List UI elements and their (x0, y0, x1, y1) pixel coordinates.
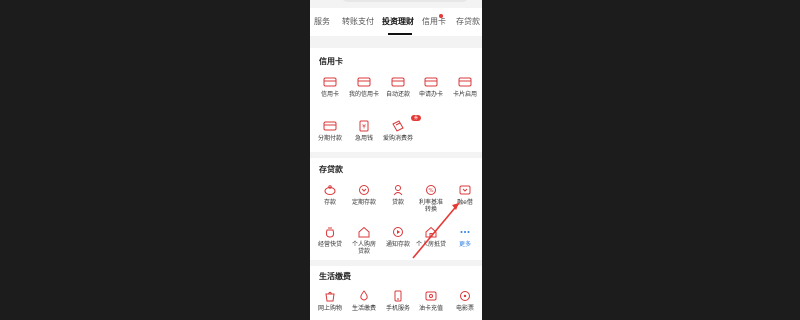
shopping-bag-icon (323, 290, 337, 302)
item-label: 存款 (323, 199, 336, 206)
life-payment-section: 生活缴费 网上购物 生活缴费 手机服务 油卡充值 电影票 (310, 266, 482, 320)
piggy-bank-icon (323, 184, 337, 196)
item-label: 利率基准 转换 (418, 199, 443, 213)
item-label: 生活缴费 (351, 305, 376, 312)
section-title-life: 生活缴费 (319, 272, 351, 281)
tab-investment[interactable]: 投资理财 (382, 16, 414, 27)
search-bar[interactable] (342, 0, 468, 2)
item-label: 经营快贷 (317, 241, 342, 248)
item-notice-deposit[interactable]: 通知存款 (381, 226, 415, 248)
item-utility-payment[interactable]: 生活缴费 (347, 290, 381, 312)
more-icon (458, 226, 472, 238)
card-icon (323, 120, 337, 132)
item-label: 油卡充值 (418, 305, 443, 312)
item-online-shopping[interactable]: 网上购物 (313, 290, 347, 312)
item-label: 卡片启用 (452, 91, 477, 98)
item-label: 融e借 (457, 199, 473, 206)
item-fixed-deposit[interactable]: 定期存款 (347, 184, 381, 206)
item-home-mortgage[interactable]: 个人房抵贷 (414, 226, 448, 248)
card-icon (323, 76, 337, 88)
tab-services[interactable]: 服务 (314, 16, 330, 27)
item-label: 网上购物 (317, 305, 342, 312)
phone-screen: 服务 转账支付 投资理财 信用卡 存贷款 信用卡 信用卡 我的信用卡 自动还款 … (310, 0, 482, 320)
item-label: 电影票 (455, 305, 474, 312)
item-deposit[interactable]: 存款 (313, 184, 347, 206)
item-loan[interactable]: 贷款 (381, 184, 415, 206)
item-rate-conversion[interactable]: % 利率基准 转换 (414, 184, 448, 213)
item-label: 爱购消费券 (382, 135, 413, 142)
item-label: 贷款 (391, 199, 404, 206)
item-mobile-service[interactable]: 手机服务 (381, 290, 415, 312)
section-title-deposit: 存贷款 (319, 165, 343, 174)
item-card-activate[interactable]: 卡片启用 (448, 76, 482, 98)
item-label: 急用钱 (354, 135, 373, 142)
item-movie-ticket[interactable]: 电影票 (448, 290, 482, 312)
cash-icon: ¥ (357, 120, 371, 132)
svg-text:%: % (428, 188, 433, 194)
film-icon (458, 290, 472, 302)
tab-bar: 服务 转账支付 投资理财 信用卡 存贷款 (310, 8, 482, 36)
item-label: 个人购房 贷款 (351, 241, 376, 255)
item-label: 手机服务 (385, 305, 410, 312)
card-icon (391, 76, 405, 88)
tab-active-indicator (388, 33, 412, 35)
card-icon (424, 76, 438, 88)
coin-clock-icon (357, 184, 371, 196)
money-bag-icon (323, 226, 337, 238)
deposit-loan-section: 存贷款 存款 定期存款 贷款 % 利率基准 转换 融e借 经营快贷 个人购房 贷款 (310, 158, 482, 260)
credit-card-section: 信用卡 信用卡 我的信用卡 自动还款 申请办卡 卡片启用 分期付款 ¥ 急用钱 (310, 48, 482, 152)
item-more[interactable]: 更多 (448, 226, 482, 248)
background-left (0, 0, 310, 320)
item-label: 分期付款 (317, 135, 342, 142)
item-consumption-coupon[interactable]: 券 爱购消费券 (381, 115, 421, 142)
item-auto-repay[interactable]: 自动还款 (381, 76, 415, 98)
item-home-purchase-loan[interactable]: 个人购房 贷款 (347, 226, 381, 255)
card-icon (458, 76, 472, 88)
tab-credit-card[interactable]: 信用卡 (422, 16, 446, 27)
item-my-credit-card[interactable]: 我的信用卡 (347, 76, 381, 98)
notice-icon (391, 226, 405, 238)
item-label: 个人房抵贷 (415, 241, 446, 248)
svg-text:¥: ¥ (362, 124, 366, 131)
coupon-icon: 券 (391, 115, 421, 132)
notification-dot (439, 14, 443, 18)
house-icon (357, 226, 371, 238)
fuel-card-icon (424, 290, 438, 302)
item-urgent-cash[interactable]: ¥ 急用钱 (347, 120, 381, 142)
person-coin-icon (391, 184, 405, 196)
item-label: 自动还款 (385, 91, 410, 98)
tab-transfer[interactable]: 转账支付 (342, 16, 374, 27)
drop-icon (357, 290, 371, 302)
item-fuel-card[interactable]: 油卡充值 (414, 290, 448, 312)
e-loan-icon (458, 184, 472, 196)
item-label: 更多 (458, 241, 471, 248)
item-apply-card[interactable]: 申请办卡 (414, 76, 448, 98)
item-credit-card[interactable]: 信用卡 (313, 76, 347, 98)
item-label: 信用卡 (320, 91, 339, 98)
coupon-badge: 券 (411, 115, 421, 121)
tab-deposit-loan[interactable]: 存贷款 (456, 16, 480, 27)
house-icon (424, 226, 438, 238)
item-label: 我的信用卡 (348, 91, 379, 98)
background-right (482, 0, 800, 320)
item-label: 申请办卡 (418, 91, 443, 98)
card-icon (357, 76, 371, 88)
item-e-loan[interactable]: 融e借 (448, 184, 482, 206)
item-installment[interactable]: 分期付款 (313, 120, 347, 142)
item-label: 定期存款 (351, 199, 376, 206)
section-title-credit: 信用卡 (319, 57, 343, 66)
item-business-loan[interactable]: 经营快贷 (313, 226, 347, 248)
item-label: 通知存款 (385, 241, 410, 248)
phone-icon (391, 290, 405, 302)
percent-icon: % (424, 184, 438, 196)
